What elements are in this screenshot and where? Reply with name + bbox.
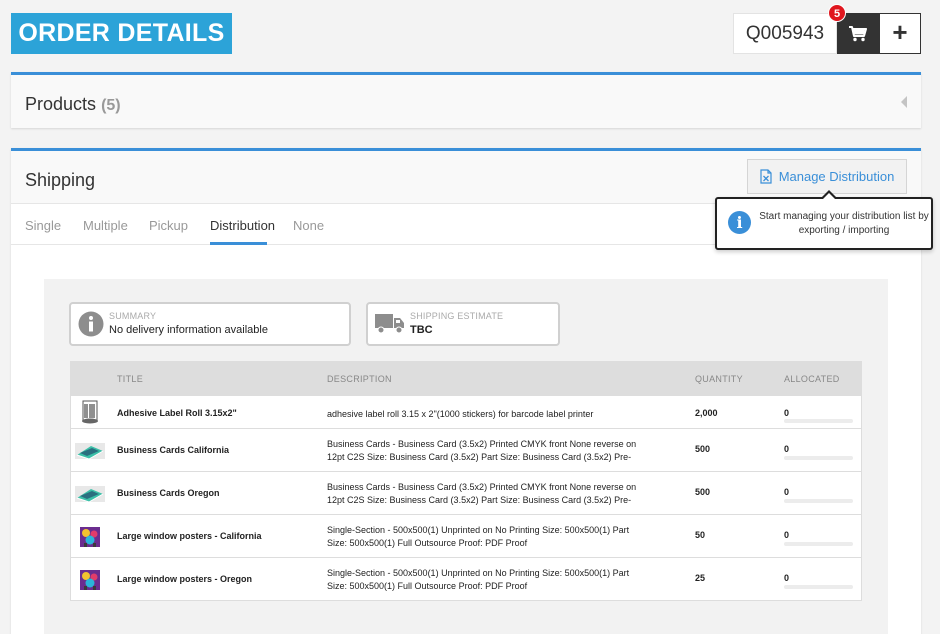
allocation-progress-bar — [784, 585, 853, 589]
row-quantity: 500 — [695, 487, 711, 497]
row-description: Business Cards - Business Card (3.5x2) P… — [327, 482, 637, 505]
allocation-progress-bar — [784, 456, 853, 460]
row-allocated: 0 — [784, 444, 790, 454]
tab-distribution[interactable]: Distribution — [210, 218, 275, 233]
info-icon: i — [728, 211, 751, 234]
row-allocated: 0 — [784, 408, 790, 418]
manage-distribution-button[interactable]: Manage Distribution — [747, 159, 907, 194]
row-description: Single-Section - 500x500(1) Unprinted on… — [327, 568, 630, 591]
table-row[interactable]: Large window posters - Oregon Single-Sec… — [71, 557, 861, 600]
distribution-area: SUMMARY No delivery information availabl… — [44, 279, 888, 634]
table-row[interactable]: Large window posters - California Single… — [71, 514, 861, 557]
products-title: Products — [25, 94, 97, 114]
row-title: Adhesive Label Roll 3.15x2" — [117, 408, 237, 418]
tab-multiple[interactable]: Multiple — [83, 218, 128, 233]
products-heading: Products (5) — [25, 94, 121, 115]
row-quantity: 25 — [695, 573, 706, 583]
allocation-progress-bar — [784, 419, 853, 423]
row-title: Large window posters - California — [117, 531, 262, 541]
tab-pickup[interactable]: Pickup — [149, 218, 188, 233]
allocation-progress-bar — [784, 499, 853, 503]
excel-file-icon — [760, 169, 772, 184]
column-header-quantity: QUANTITY — [695, 374, 743, 384]
summary-card: SUMMARY No delivery information availabl… — [69, 302, 351, 346]
active-tab-indicator — [210, 242, 267, 245]
tab-single[interactable]: Single — [25, 218, 61, 233]
column-header-allocated: ALLOCATED — [784, 374, 840, 384]
row-allocated: 0 — [784, 573, 790, 583]
shipping-estimate-card: SHIPPING ESTIMATE TBC — [366, 302, 560, 346]
row-quantity: 2,000 — [695, 408, 718, 418]
row-allocated: 0 — [784, 530, 790, 540]
info-icon — [78, 311, 104, 337]
business-card-thumbnail — [75, 486, 105, 503]
shipping-estimate-label: SHIPPING ESTIMATE — [410, 311, 504, 321]
row-description: Single-Section - 500x500(1) Unprinted on… — [327, 525, 630, 548]
table-row[interactable]: Business Cards California Business Cards… — [71, 428, 861, 471]
column-header-title: TITLE — [117, 374, 144, 384]
summary-label: SUMMARY — [109, 311, 157, 321]
manage-distribution-label: Manage Distribution — [778, 169, 895, 184]
products-count: (5) — [101, 97, 121, 114]
products-table: TITLE DESCRIPTION QUANTITY ALLOCATED Adh… — [70, 361, 862, 601]
distribution-tooltip: i Start managing your distribution list … — [715, 190, 933, 250]
label-roll-thumbnail — [82, 400, 98, 424]
table-row[interactable]: Adhesive Label Roll 3.15x2" adhesive lab… — [71, 395, 861, 428]
business-card-thumbnail — [75, 443, 105, 460]
column-header-description: DESCRIPTION — [327, 374, 392, 384]
row-allocated: 0 — [784, 487, 790, 497]
tab-none[interactable]: None — [293, 218, 324, 233]
tooltip-text: Start managing your distribution list by… — [759, 211, 929, 236]
table-row[interactable]: Business Cards Oregon Business Cards - B… — [71, 471, 861, 514]
summary-value: No delivery information available — [109, 324, 268, 336]
row-quantity: 50 — [695, 530, 706, 540]
shipping-title: Shipping — [25, 170, 96, 190]
quote-number: Q005943 — [733, 13, 837, 54]
row-description: Business Cards - Business Card (3.5x2) P… — [327, 439, 637, 462]
shipping-estimate-value: TBC — [410, 324, 433, 336]
poster-thumbnail — [80, 570, 100, 590]
shopping-cart-icon — [849, 25, 867, 41]
allocation-progress-bar — [784, 542, 853, 546]
cart-count-badge: 5 — [828, 4, 846, 22]
poster-thumbnail — [80, 527, 100, 547]
table-header: TITLE DESCRIPTION QUANTITY ALLOCATED — [71, 362, 861, 395]
row-title: Business Cards California — [117, 445, 230, 455]
row-description: adhesive label roll 3.15 x 2"(1000 stick… — [327, 409, 594, 419]
add-button[interactable]: + — [879, 13, 921, 54]
row-quantity: 500 — [695, 444, 711, 454]
row-title: Business Cards Oregon — [117, 488, 220, 498]
truck-icon — [375, 314, 404, 334]
row-title: Large window posters - Oregon — [117, 574, 253, 584]
page-title: ORDER DETAILS — [11, 13, 232, 54]
products-panel[interactable]: Products (5) — [11, 72, 921, 128]
chevron-left-icon[interactable] — [901, 96, 907, 108]
